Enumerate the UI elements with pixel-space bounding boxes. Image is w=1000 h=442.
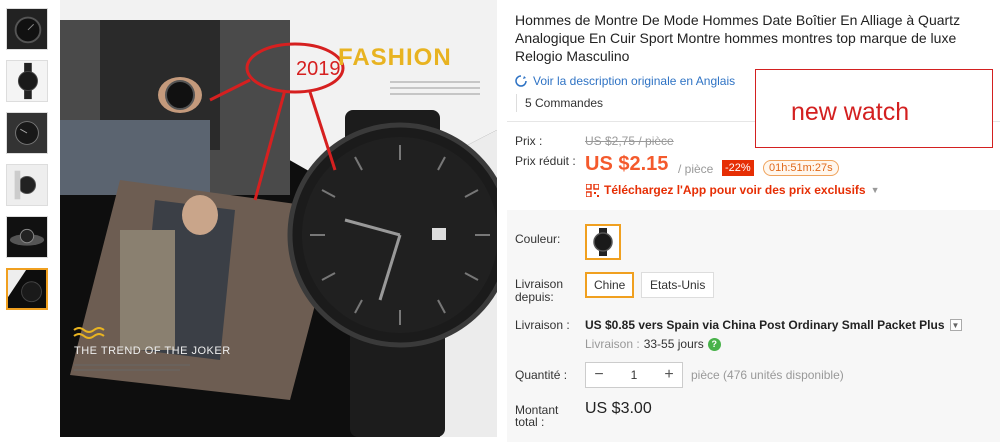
product-title: Hommes de Montre De Mode Hommes Date Boî… (515, 12, 961, 64)
shipping-method-text: US $0.85 vers Spain via China Post Ordin… (585, 318, 945, 332)
quantity-label: Quantité : (515, 368, 568, 382)
shipping-dropdown-icon[interactable]: ▼ (949, 319, 962, 331)
app-promo-link[interactable]: Téléchargez l'App pour voir des prix exc… (586, 183, 880, 197)
thumbnail-5[interactable] (6, 216, 48, 258)
ship-from-label-line2: depuis: (515, 290, 554, 304)
color-swatch-black[interactable] (585, 224, 621, 260)
ship-from-option-us[interactable]: Etats-Unis (641, 272, 715, 298)
thumbnail-6-selected[interactable] (6, 268, 48, 310)
chevron-down-icon: ▼ (870, 185, 880, 195)
app-promo-text: Téléchargez l'App pour voir des prix exc… (604, 183, 866, 197)
color-label: Couleur: (515, 232, 561, 246)
translate-icon (515, 75, 527, 87)
shipping-method: US $0.85 vers Spain via China Post Ordin… (585, 318, 962, 332)
price-unit: / pièce (678, 162, 714, 176)
quantity-available: pièce (476 unités disponible) (691, 368, 844, 382)
watch-thumbnail-icon (593, 228, 613, 256)
tagline-text: THE TREND OF THE JOKER (74, 345, 231, 357)
delivery-time-value: 33-55 jours (643, 337, 704, 351)
thumbnail-4[interactable] (6, 164, 48, 206)
total-label-line2: total : (515, 415, 545, 429)
shipping-label: Livraison : (515, 318, 570, 332)
new-watch-text: new watch (791, 98, 910, 126)
decrease-quantity-button[interactable]: − (586, 363, 612, 387)
reduced-price-label: Prix réduit : (515, 154, 576, 168)
orders-count: 5 Commandes (516, 94, 611, 112)
quantity-stepper: − + (585, 362, 683, 388)
thumbnail-2[interactable] (6, 60, 48, 102)
new-watch-annotation: new watch (755, 69, 993, 148)
help-icon[interactable]: ? (707, 337, 721, 351)
price-label: Prix : (515, 134, 543, 148)
current-price: US $2.15 (585, 153, 669, 175)
original-description-label: Voir la description originale en Anglais (533, 74, 736, 88)
delivery-time-label: Livraison : (585, 337, 640, 351)
fashion-heading: FASHION (338, 44, 452, 71)
countdown-timer: 01h:51m:27s (763, 160, 839, 176)
ship-from-option-china[interactable]: Chine (585, 272, 635, 298)
qr-code-icon (586, 183, 599, 197)
thumbnail-1[interactable] (6, 8, 48, 50)
quantity-input[interactable] (612, 368, 656, 382)
delivery-time: Livraison : 33-55 jours ? (585, 337, 721, 351)
main-product-image[interactable]: FASHION 2019 THE TREND OF THE JOKER (60, 0, 497, 437)
total-amount: US $3.00 (585, 400, 652, 417)
original-description-link[interactable]: Voir la description originale en Anglais (515, 74, 735, 88)
ship-from-label-line1: Livraison (515, 277, 564, 291)
product-page: FASHION 2019 THE TREND OF THE JOKER Homm… (0, 0, 1000, 442)
year-label: 2019 (296, 58, 341, 80)
thumbnail-strip (6, 8, 52, 320)
increase-quantity-button[interactable]: + (656, 363, 682, 387)
discount-badge: -22% (722, 160, 754, 176)
original-price: US $2,75 / pièce (585, 134, 674, 148)
thumbnail-3[interactable] (6, 112, 48, 154)
